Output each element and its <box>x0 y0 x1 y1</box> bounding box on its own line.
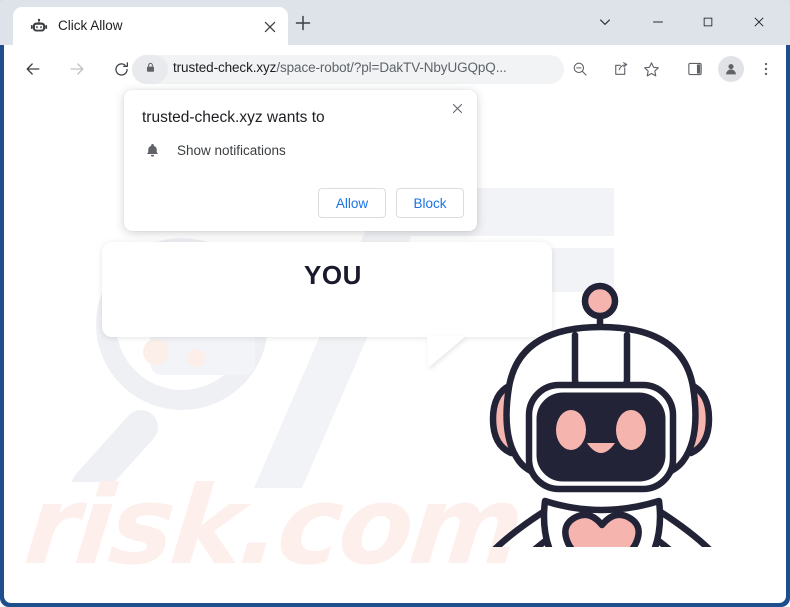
robot-favicon-icon <box>30 17 48 35</box>
bell-icon <box>142 140 162 160</box>
side-panel-icon[interactable] <box>682 56 708 82</box>
browser-window: Click Allow trusted-check.xyz/space-robo… <box>0 0 790 607</box>
dialog-permission-row: Show notifications <box>142 140 286 160</box>
notification-permission-dialog: trusted-check.xyz wants to Show notifica… <box>124 90 477 231</box>
tab-title: Click Allow <box>58 18 123 33</box>
dialog-permission-label: Show notifications <box>177 142 286 158</box>
minimize-button[interactable] <box>640 7 676 37</box>
dialog-close-icon[interactable] <box>445 96 469 120</box>
address-bar-host: trusted-check.xyz <box>173 60 277 75</box>
allow-button[interactable]: Allow <box>318 188 386 218</box>
address-bar-path: /space-robot/?pl=DakTV-NbyUGQpQ... <box>276 60 507 75</box>
back-arrow-icon[interactable] <box>18 54 48 84</box>
dialog-actions: Allow Block <box>318 188 464 218</box>
star-icon[interactable] <box>638 56 664 82</box>
forward-arrow-icon[interactable] <box>62 54 92 84</box>
close-window-button[interactable] <box>741 7 777 37</box>
watermark-risk-com-text: risk.com <box>19 464 527 589</box>
site-lock-badge[interactable] <box>132 55 168 84</box>
maximize-button[interactable] <box>690 7 726 37</box>
speech-bubble-tail <box>427 336 466 368</box>
browser-toolbar: trusted-check.xyz/space-robot/?pl=DakTV-… <box>4 45 786 92</box>
browser-tab[interactable]: Click Allow <box>13 7 288 45</box>
address-bar[interactable]: trusted-check.xyz/space-robot/?pl=DakTV-… <box>132 55 564 84</box>
three-dot-menu-icon[interactable] <box>753 56 779 82</box>
lock-icon <box>144 61 157 79</box>
profile-button[interactable] <box>716 54 746 84</box>
tab-search-chevron-down-icon[interactable] <box>587 7 623 37</box>
search-minus-icon[interactable] <box>567 56 593 82</box>
dialog-title: trusted-check.xyz wants to <box>142 109 325 126</box>
avatar <box>718 56 744 82</box>
space-robot-mascot <box>467 217 737 603</box>
tab-strip: Click Allow <box>0 0 790 45</box>
share-icon[interactable] <box>608 56 634 82</box>
page-headline: YOU <box>304 260 362 290</box>
tab-close-icon[interactable] <box>261 18 279 36</box>
new-tab-button[interactable] <box>292 12 314 34</box>
address-bar-url: trusted-check.xyz/space-robot/?pl=DakTV-… <box>173 60 507 75</box>
block-button[interactable]: Block <box>396 188 464 218</box>
